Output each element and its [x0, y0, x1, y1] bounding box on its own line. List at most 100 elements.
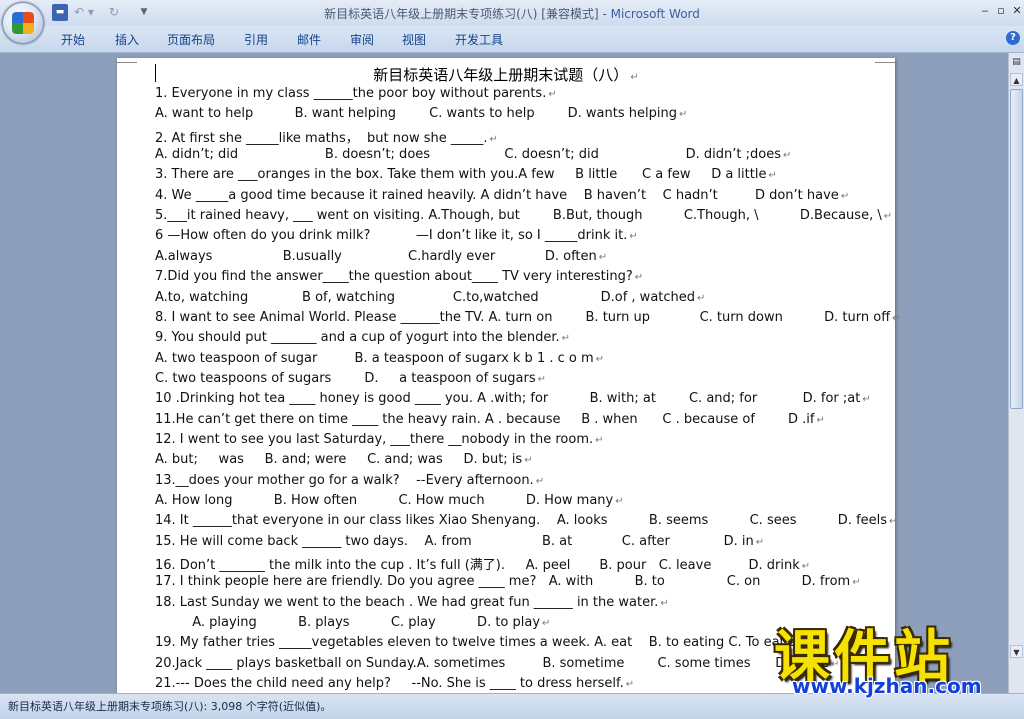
- question-line: 18. Last Sunday we went to the beach . W…: [155, 595, 669, 610]
- question-line: 9. You should put _______ and a cup of y…: [155, 330, 570, 345]
- paragraph-mark: ↵: [697, 292, 706, 304]
- paragraph-mark: ↵: [660, 597, 669, 609]
- document-area[interactable]: 新目标英语八年级上册期末试题（八） ↵ 1. Everyone in my cla…: [0, 53, 1008, 693]
- tab-insert[interactable]: 插入: [115, 31, 139, 48]
- paragraph-mark: ↵: [816, 414, 825, 426]
- tab-home[interactable]: 开始: [61, 31, 85, 48]
- app-name: Microsoft Word: [610, 7, 700, 21]
- paragraph-mark: ↵: [595, 353, 605, 365]
- paragraph-mark: ↵: [561, 333, 570, 345]
- question-line: 10 .Drinking hot tea ____ honey is good …: [155, 391, 871, 406]
- line-text: 7.Did you find the answer____the questio…: [155, 269, 633, 285]
- question-line: 7.Did you find the answer____the questio…: [155, 269, 643, 284]
- paragraph-mark: ↵: [634, 272, 644, 284]
- line-text: 12. I went to see you last Saturday, ___…: [155, 431, 594, 447]
- document-title-text: 新目标英语八年级上册期末试题（八）: [373, 66, 629, 84]
- status-text: 新目标英语八年级上册期末专项练习(八): 3,098 个字符(近似值)。: [8, 700, 332, 713]
- paragraph-mark: ↵: [629, 231, 638, 243]
- ribbon-tabs: 开始 插入 页面布局 引用 邮件 审阅 视图 开发工具 ?: [0, 26, 1024, 53]
- line-text: 4. We _____a good time because it rained…: [155, 187, 839, 203]
- paragraph-mark: ↵: [615, 496, 624, 507]
- line-text: 21.--- Does the child need any help? --N…: [155, 676, 624, 692]
- office-button[interactable]: [2, 2, 44, 44]
- tab-view[interactable]: 视图: [402, 31, 426, 48]
- close-button[interactable]: ✕: [1009, 3, 1024, 19]
- title-separator: -: [598, 7, 611, 21]
- question-line: A.always B.usually C.hardly ever D. ofte…: [155, 249, 607, 264]
- question-line: 13.__does your mother go for a walk? --E…: [155, 473, 544, 488]
- paragraph-mark: ↵: [782, 150, 792, 162]
- line-text: 13.__does your mother go for a walk? --E…: [155, 472, 534, 488]
- paragraph-mark: ↵: [889, 516, 898, 528]
- tab-review[interactable]: 审阅: [350, 31, 374, 48]
- question-line: 6 —How often do you drink milk? —I don’t…: [155, 228, 638, 243]
- line-text: 17. I think people here are friendly. Do…: [155, 574, 851, 590]
- question-line: C. two teaspoons of sugars D. a teaspoon…: [155, 371, 546, 386]
- view-ruler-icon[interactable]: ▤: [1010, 57, 1023, 70]
- tab-page-layout[interactable]: 页面布局: [167, 31, 215, 48]
- line-text: 11.He can’t get there on time ____ the h…: [155, 411, 815, 427]
- question-line: 5.___it rained heavy, ___ went on visiti…: [155, 208, 892, 223]
- line-text: 8. I want to see Animal World. Please __…: [155, 309, 891, 325]
- paragraph-mark: ↵: [755, 536, 765, 548]
- margin-marker-left: [117, 62, 137, 63]
- line-text: A. but; was B. and; were C. and; was D. …: [155, 452, 523, 468]
- question-line: 16. Don’t _______ the milk into the cup …: [155, 554, 810, 573]
- paragraph-mark: ↵: [768, 170, 777, 182]
- paragraph-mark: ↵: [489, 133, 498, 145]
- paragraph-mark: ↵: [892, 312, 901, 324]
- paragraph-mark: ↵: [883, 211, 893, 223]
- paragraph-mark: ↵: [537, 373, 547, 385]
- line-text: A. playing B. plays C. play D. to play: [155, 615, 541, 631]
- line-text: 18. Last Sunday we went to the beach . W…: [155, 594, 659, 610]
- help-icon[interactable]: ?: [1006, 31, 1020, 45]
- scroll-up-arrow-icon[interactable]: ▲: [1010, 73, 1023, 86]
- maximize-button[interactable]: ▫: [993, 3, 1009, 19]
- question-line: 17. I think people here are friendly. Do…: [155, 574, 861, 589]
- paragraph-mark: ↵: [630, 72, 639, 83]
- paragraph-mark: ↵: [524, 455, 533, 467]
- paragraph-mark: ↵: [801, 561, 811, 573]
- paragraph-mark: ↵: [862, 394, 871, 406]
- vertical-scrollbar[interactable]: ▤ ▲ ▼: [1008, 53, 1024, 693]
- line-text: A.to, watching B of, watching C.to,watch…: [155, 289, 696, 305]
- office-logo-icon: [12, 12, 34, 34]
- tab-references[interactable]: 引用: [244, 31, 268, 48]
- line-text: A. didn’t; did B. doesn’t; does C. doesn…: [155, 147, 781, 163]
- line-text: A. two teaspoon of sugar B. a teaspoon o…: [155, 350, 594, 366]
- line-text: 9. You should put _______ and a cup of y…: [155, 330, 560, 346]
- paragraph-mark: ↵: [625, 679, 635, 691]
- tab-mailings[interactable]: 邮件: [297, 31, 321, 48]
- paragraph-mark: ↵: [542, 618, 551, 630]
- line-text: 10 .Drinking hot tea ____ honey is good …: [155, 391, 861, 407]
- question-line: A. two teaspoon of sugar B. a teaspoon o…: [155, 351, 604, 366]
- minimize-button[interactable]: ‒: [977, 3, 993, 19]
- paragraph-mark: ↵: [840, 190, 850, 202]
- question-line: A. didn’t; did B. doesn’t; does C. doesn…: [155, 147, 791, 162]
- question-line: A. How long B. How often C. How much D. …: [155, 493, 624, 508]
- margin-marker-right: [875, 62, 895, 63]
- question-line: 11.He can’t get there on time ____ the h…: [155, 412, 825, 427]
- paragraph-mark: ↵: [852, 577, 861, 589]
- question-line: 2. At first she _____like maths， but now…: [155, 127, 498, 146]
- document-title: 新目标英语八年级上册期末试题（八） ↵: [117, 64, 895, 85]
- line-text: 6 —How often do you drink milk? —I don’t…: [155, 228, 628, 244]
- question-line: 3. There are ___oranges in the box. Take…: [155, 167, 777, 182]
- line-text: C. two teaspoons of sugars D. a teaspoon…: [155, 370, 536, 386]
- question-line: 20.Jack ____ plays basketball on Sunday.…: [155, 656, 839, 671]
- line-text: 14. It ______that everyone in our class …: [155, 513, 888, 529]
- line-text: 16. Don’t _______ the milk into the cup …: [155, 558, 800, 574]
- paragraph-mark: ↵: [678, 109, 688, 121]
- watermark-logo: 课件站 www.kjzhan.com: [770, 610, 1024, 700]
- line-text: 15. He will come back ______ two days. A…: [155, 533, 754, 549]
- tab-developer[interactable]: 开发工具: [455, 31, 503, 48]
- document-page[interactable]: 新目标英语八年级上册期末试题（八） ↵ 1. Everyone in my cla…: [117, 58, 901, 693]
- line-text: A. How long B. How often C. How much D. …: [155, 493, 614, 508]
- question-line: A. playing B. plays C. play D. to play ↵: [155, 615, 550, 630]
- question-line: 12. I went to see you last Saturday, ___…: [155, 432, 604, 447]
- watermark-url: www.kjzhan.com: [792, 674, 982, 698]
- scroll-thumb[interactable]: [1010, 89, 1023, 409]
- question-line: 1. Everyone in my class ______the poor b…: [155, 86, 557, 101]
- title-bar: ▬ ↶ ▾ ↻ ▼ 新目标英语八年级上册期末专项练习(八) [兼容模式] - M…: [0, 0, 1024, 27]
- question-line: A.to, watching B of, watching C.to,watch…: [155, 290, 705, 305]
